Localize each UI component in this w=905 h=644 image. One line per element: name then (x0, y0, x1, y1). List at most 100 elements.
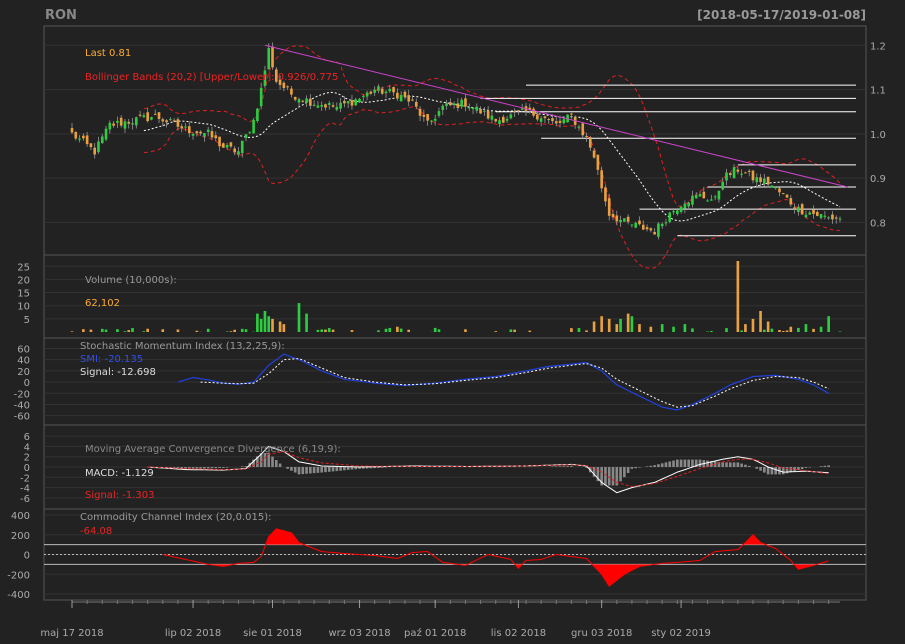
volume-bar (206, 328, 210, 332)
candle-body (687, 202, 690, 207)
candle-body (543, 116, 547, 119)
candle-body (256, 108, 259, 121)
volume-bar (123, 331, 127, 332)
volume-bar (229, 331, 233, 332)
volume-bar (528, 330, 532, 332)
candle-body (89, 143, 93, 148)
candle-body (237, 151, 240, 155)
macd-histogram-bar (611, 467, 615, 486)
candle-body (433, 118, 437, 121)
candle-body (70, 128, 74, 133)
candle-body (176, 119, 180, 127)
candle-body (483, 110, 486, 112)
candle-body (131, 123, 134, 125)
candle-body (78, 138, 81, 140)
candle-body (763, 178, 766, 184)
volume-bar (396, 326, 399, 332)
macd-histogram-bar (755, 467, 759, 469)
candle-body (301, 100, 305, 102)
candle-body (187, 126, 191, 134)
volume-bar (691, 328, 694, 332)
cci-last-value: -64.08 (80, 526, 112, 537)
candle-body (800, 204, 804, 215)
macd-histogram-bar (309, 467, 312, 474)
smi-tick-label: -40 (14, 400, 30, 411)
x-axis-tick-label: lip 02 2018 (165, 628, 221, 639)
candle-body (327, 103, 331, 105)
candle-body (449, 102, 452, 106)
candle-body (82, 135, 85, 139)
volume-bar (282, 324, 286, 332)
candle-body (570, 113, 573, 115)
candle-body (248, 131, 252, 133)
candle-body (744, 172, 747, 174)
candle-body (104, 128, 108, 140)
macd-histogram-bar (244, 466, 248, 467)
candle-body (585, 135, 588, 137)
macd-histogram-bar (657, 464, 660, 467)
volume-bar (350, 330, 354, 332)
price-tick-label: 1.2 (870, 41, 886, 52)
candle-body (399, 94, 403, 102)
macd-histogram-bar (214, 467, 218, 469)
candle-body (592, 150, 596, 158)
volume-bar (384, 328, 388, 332)
candle-body (634, 222, 638, 228)
candle-body (554, 121, 558, 124)
macd-histogram-bar (327, 467, 331, 472)
candle-body (766, 176, 770, 185)
macd-histogram-bar (660, 463, 664, 467)
cci-tick-label: 0 (24, 551, 30, 562)
macd-histogram-bar (808, 467, 812, 468)
candle-body (267, 47, 271, 70)
volume-bar (388, 327, 392, 332)
macd-histogram-bar (324, 467, 327, 473)
volume-bar (240, 328, 244, 332)
macd-histogram-bar (271, 456, 274, 467)
volume-bar (324, 329, 327, 332)
macd-histogram-bar (827, 465, 830, 467)
volume-bar (176, 329, 180, 332)
candle-body (388, 88, 392, 92)
candle-body (339, 102, 342, 109)
macd-histogram-bar (377, 467, 380, 468)
volume-bar (736, 261, 740, 332)
macd-histogram-bar (278, 463, 282, 467)
candle-body (350, 100, 354, 106)
macd-histogram-bar (293, 467, 297, 473)
volume-bar (751, 318, 755, 332)
candle-body (558, 120, 562, 123)
volume-bar (278, 321, 282, 332)
volume-bar (592, 321, 596, 332)
volume-bar (744, 324, 747, 332)
smi-value: SMI: -20.135 (80, 354, 143, 365)
volume-bar (630, 316, 634, 332)
cci-oversold-fill (162, 564, 829, 587)
candle-body (679, 206, 683, 212)
candle-body (615, 215, 619, 222)
macd-histogram-bar (240, 466, 244, 467)
candle-body (464, 98, 467, 107)
candle-body (138, 114, 142, 116)
macd-histogram-bar (554, 466, 558, 467)
candle-body (396, 92, 399, 99)
candle-body (112, 123, 115, 126)
macd-histogram-bar (744, 464, 747, 467)
candle-body (229, 142, 233, 147)
candle-body (252, 119, 255, 134)
candle-body (520, 108, 524, 110)
macd-histogram-bar (619, 467, 622, 482)
candle-body (490, 115, 494, 120)
candle-body (422, 114, 426, 117)
volume-bar (778, 330, 781, 332)
volume-bar (509, 329, 513, 332)
candle-body (365, 92, 369, 97)
candle-body (218, 136, 221, 147)
candle-body (233, 148, 236, 153)
macd-histogram-bar (551, 466, 554, 467)
candle-body (638, 220, 641, 225)
cci-tick-label: -400 (7, 590, 30, 601)
macd-histogram-bar (335, 467, 339, 472)
candle-body (335, 106, 339, 110)
cci-line (162, 528, 829, 587)
